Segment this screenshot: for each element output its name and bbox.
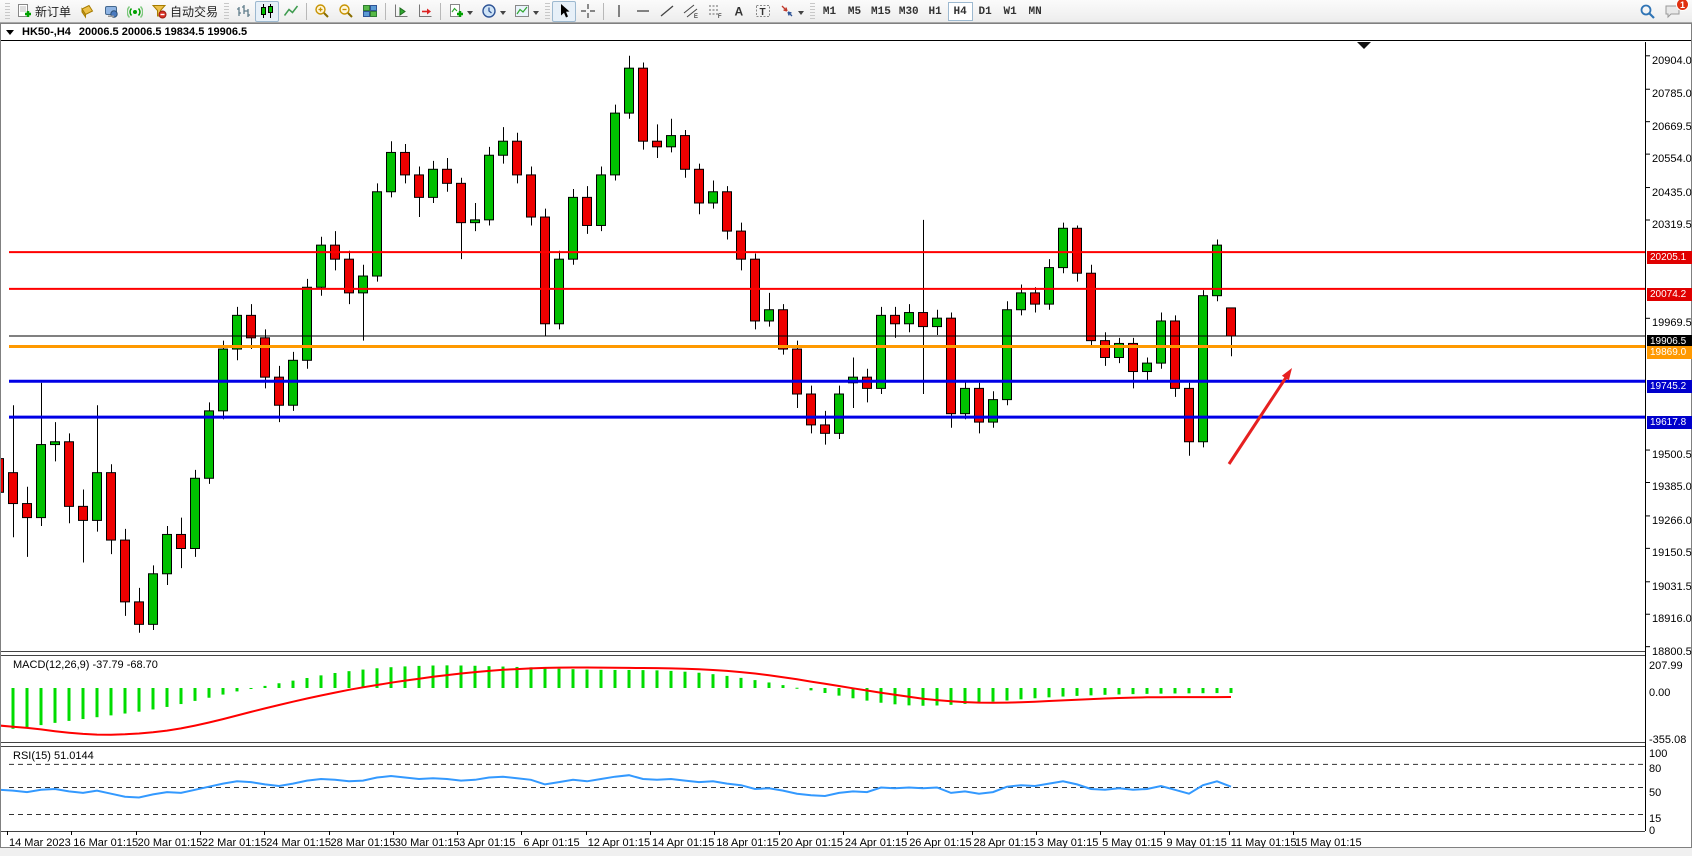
- text-icon: A: [731, 3, 747, 19]
- toolbar-drag-handle[interactable]: [545, 3, 550, 20]
- indicators-dropdown-caret[interactable]: [467, 11, 473, 18]
- trendline-button[interactable]: [655, 1, 679, 22]
- new-order-icon: [16, 3, 32, 19]
- chart-symbol-period: HK50-,H4: [22, 26, 71, 38]
- bar-chart-button[interactable]: [231, 1, 255, 22]
- notifications-button[interactable]: 1: [1660, 1, 1686, 22]
- bar-chart-icon: [235, 3, 251, 19]
- chart-title-bar: HK50-,H4 20006.5 20006.5 19834.5 19906.5: [1, 24, 1691, 41]
- zoom-in-button[interactable]: [310, 1, 334, 22]
- text-label-icon: T: [755, 3, 771, 19]
- crosshair-icon: [580, 3, 596, 19]
- equidistant-channel-button[interactable]: E: [679, 1, 703, 22]
- equidistant-channel-icon: E: [683, 3, 699, 19]
- timeframe-m15[interactable]: M15: [867, 2, 895, 21]
- templates-dropdown-caret[interactable]: [533, 11, 539, 18]
- svg-text:E: E: [694, 14, 698, 19]
- application-window: 新订单 自动交易: [0, 0, 1692, 856]
- chart-shift-marker[interactable]: [1357, 42, 1371, 49]
- trendline-icon: [659, 3, 675, 19]
- auto-scroll-button[interactable]: [389, 1, 413, 22]
- timeframe-d1[interactable]: D1: [973, 2, 998, 21]
- rsi-indicator[interactable]: [1, 764, 1645, 814]
- signal-icon: [127, 3, 143, 19]
- market-watch-button[interactable]: [75, 1, 99, 22]
- timeframe-h4[interactable]: H4: [948, 2, 973, 21]
- horizontal-line-icon: [635, 3, 651, 19]
- horizontal-line-button[interactable]: [631, 1, 655, 22]
- crosshair-button[interactable]: [576, 1, 600, 22]
- new-order-button[interactable]: 新订单: [12, 1, 75, 22]
- line-chart-button[interactable]: [279, 1, 303, 22]
- notification-badge: 1: [1676, 0, 1689, 11]
- fibonacci-button[interactable]: F: [703, 1, 727, 22]
- candles-layer[interactable]: [1, 56, 1236, 633]
- toolbar-drag-handle[interactable]: [224, 3, 229, 20]
- zoom-out-button[interactable]: [334, 1, 358, 22]
- chart-canvas[interactable]: [1, 42, 1692, 832]
- fibonacci-icon: F: [707, 3, 723, 19]
- signal-button[interactable]: [123, 1, 147, 22]
- timeframe-w1[interactable]: W1: [998, 2, 1023, 21]
- auto-trading-button[interactable]: 自动交易: [147, 1, 222, 22]
- candlestick-chart-icon: [259, 3, 275, 19]
- terminal-button[interactable]: [99, 1, 123, 22]
- indicators-icon: [448, 3, 464, 19]
- text-label-button[interactable]: T: [751, 1, 775, 22]
- toolbar: 新订单 自动交易: [0, 0, 1692, 23]
- timeframe-m1[interactable]: M1: [817, 2, 842, 21]
- timeframe-m30[interactable]: M30: [895, 2, 923, 21]
- market-watch-icon: [79, 3, 95, 19]
- zoom-out-icon: [338, 3, 354, 19]
- auto-trading-label: 自动交易: [170, 3, 218, 20]
- templates-button[interactable]: [510, 1, 543, 22]
- timeframe-group: M1M5M15M30H1H4D1W1MN: [817, 1, 1048, 22]
- vertical-line-icon: [611, 3, 627, 19]
- time-axis[interactable]: [1, 831, 1645, 849]
- text-button[interactable]: A: [727, 1, 751, 22]
- rsi-line: [1, 775, 1231, 797]
- auto-trading-icon: [151, 3, 167, 19]
- tile-windows-button[interactable]: [358, 1, 382, 22]
- svg-text:A: A: [735, 5, 744, 19]
- chart-shift-button[interactable]: [413, 1, 437, 22]
- price-axis[interactable]: [1645, 42, 1692, 831]
- periods-button[interactable]: [477, 1, 510, 22]
- toolbar-drag-handle[interactable]: [810, 3, 815, 20]
- search-button[interactable]: [1635, 1, 1660, 22]
- terminal-icon: [103, 3, 119, 19]
- cursor-button[interactable]: [552, 1, 576, 22]
- arrows-icon: [779, 3, 795, 19]
- macd-indicator[interactable]: [1, 665, 1233, 734]
- chart-ohlc-values: 20006.5 20006.5 19834.5 19906.5: [79, 26, 247, 38]
- templates-icon: [514, 3, 530, 19]
- svg-text:T: T: [760, 7, 766, 18]
- toolbar-drag-handle[interactable]: [5, 3, 10, 20]
- indicators-button[interactable]: [444, 1, 477, 22]
- auto-scroll-icon: [393, 3, 409, 19]
- line-chart-icon: [283, 3, 299, 19]
- timeframe-m5[interactable]: M5: [842, 2, 867, 21]
- tile-windows-icon: [362, 3, 378, 19]
- zoom-in-icon: [314, 3, 330, 19]
- periods-dropdown-caret[interactable]: [500, 11, 506, 18]
- periods-icon: [481, 3, 497, 19]
- arrows-button[interactable]: [775, 1, 808, 22]
- timeframe-mn[interactable]: MN: [1023, 2, 1048, 21]
- arrows-dropdown-caret[interactable]: [798, 11, 804, 18]
- chart-window: HK50-,H4 20006.5 20006.5 19834.5 19906.5…: [0, 23, 1692, 848]
- new-order-label: 新订单: [35, 3, 71, 20]
- cursor-icon: [556, 3, 572, 19]
- timeframe-h1[interactable]: H1: [923, 2, 948, 21]
- chart-menu-icon[interactable]: [6, 30, 14, 39]
- trend-arrow-head: [1282, 368, 1292, 380]
- vertical-line-button[interactable]: [607, 1, 631, 22]
- candlestick-chart-button[interactable]: [255, 1, 279, 22]
- chart-shift-icon: [417, 3, 433, 19]
- svg-text:F: F: [718, 14, 722, 19]
- search-icon: [1639, 3, 1656, 20]
- status-strip: [0, 848, 1692, 856]
- trend-arrow-annotation[interactable]: [1229, 376, 1287, 464]
